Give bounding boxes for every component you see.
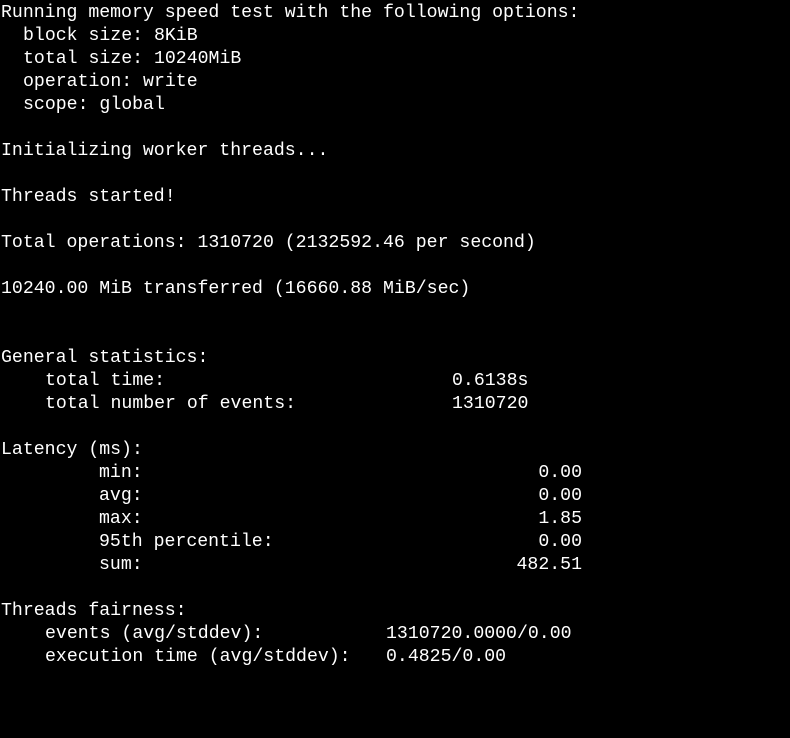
fairness-value: 0.4825/0.00 <box>386 647 507 667</box>
general-statistics-heading: General statistics: <box>1 348 209 368</box>
init-message: Initializing worker threads... <box>1 141 329 161</box>
stat-label: total time: <box>45 371 166 391</box>
latency-value: 0.00 <box>538 532 582 552</box>
stat-row-total-events: total number of events: 1310720 <box>1 393 790 416</box>
fairness-row-events: events (avg/stddev): 1310720.0000/0.00 <box>1 623 790 646</box>
option-text: total size: 10240MiB <box>23 49 242 69</box>
latency-label: max: <box>99 509 143 529</box>
started-message: Threads started! <box>1 187 176 207</box>
fairness-row-execution-time: execution time (avg/stddev): 0.4825/0.00 <box>1 646 790 669</box>
option-total-size: total size: 10240MiB <box>1 48 790 71</box>
intro-heading: Running memory speed test with the follo… <box>1 3 580 23</box>
option-scope: scope: global <box>1 94 790 117</box>
threads-fairness-heading: Threads fairness: <box>1 601 187 621</box>
latency-row-max: max: 1.85 <box>1 508 790 531</box>
latency-value: 1.85 <box>538 509 582 529</box>
fairness-value: 1310720.0000/0.00 <box>386 624 572 644</box>
option-text: operation: write <box>23 72 198 92</box>
fairness-label: events (avg/stddev): <box>45 624 264 644</box>
stat-value: 1310720 <box>452 394 529 414</box>
latency-row-min: min: 0.00 <box>1 462 790 485</box>
option-block-size: block size: 8KiB <box>1 25 790 48</box>
option-text: scope: global <box>23 95 165 115</box>
latency-value: 0.00 <box>538 463 582 483</box>
latency-row-avg: avg: 0.00 <box>1 485 790 508</box>
fairness-label: execution time (avg/stddev): <box>45 647 351 667</box>
latency-label: avg: <box>99 486 143 506</box>
stat-label: total number of events: <box>45 394 297 414</box>
latency-label: 95th percentile: <box>99 532 274 552</box>
total-operations: Total operations: 1310720 (2132592.46 pe… <box>1 233 536 253</box>
option-operation: operation: write <box>1 71 790 94</box>
latency-heading: Latency (ms): <box>1 440 143 460</box>
latency-row-sum: sum: 482.51 <box>1 554 790 577</box>
stat-row-total-time: total time: 0.6138s <box>1 370 790 393</box>
transferred-summary: 10240.00 MiB transferred (16660.88 MiB/s… <box>1 279 471 299</box>
latency-value: 482.51 <box>516 555 583 575</box>
stat-value: 0.6138s <box>452 371 529 391</box>
terminal-window[interactable]: Running memory speed test with the follo… <box>0 0 790 673</box>
latency-value: 0.00 <box>538 486 582 506</box>
latency-label: min: <box>99 463 143 483</box>
option-text: block size: 8KiB <box>23 26 198 46</box>
latency-row-95th-percentile: 95th percentile: 0.00 <box>1 531 790 554</box>
latency-label: sum: <box>99 555 143 575</box>
